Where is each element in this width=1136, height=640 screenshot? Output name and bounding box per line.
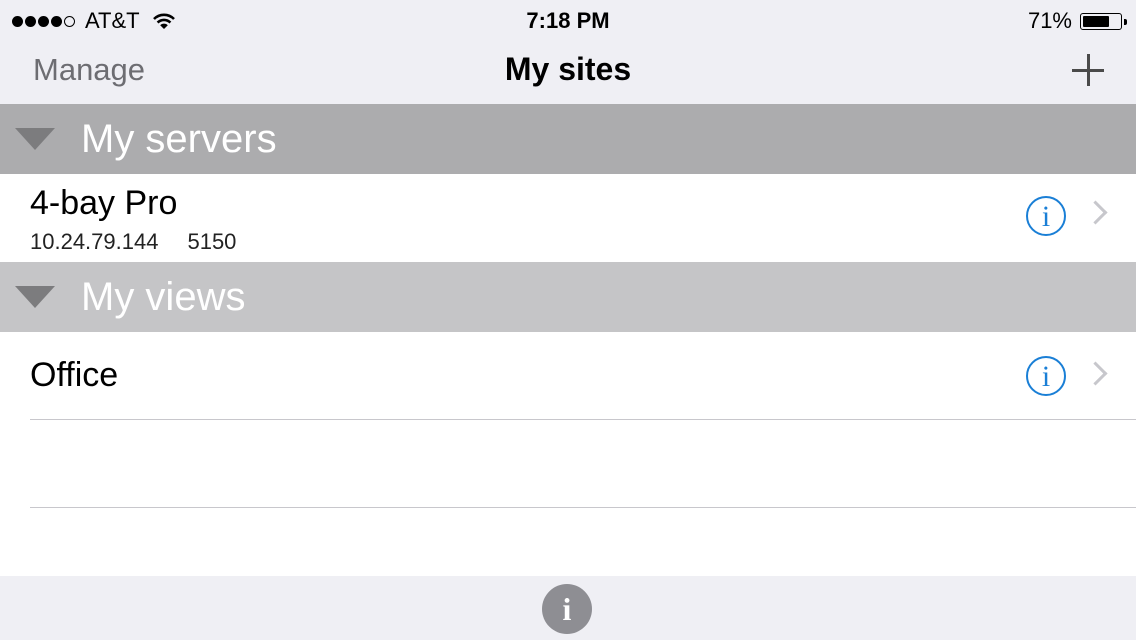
row-separator	[30, 419, 1136, 420]
signal-dot	[25, 15, 36, 27]
collapse-triangle-icon[interactable]	[15, 128, 55, 150]
signal-dot	[64, 15, 75, 27]
signal-strength-icon	[12, 15, 77, 27]
signal-dot	[38, 15, 49, 27]
row-separator	[30, 507, 1136, 508]
battery-fill	[1083, 15, 1109, 27]
section-header-my-views[interactable]: My views	[0, 262, 1136, 332]
view-name: Office	[30, 356, 119, 394]
status-right: 71%	[1027, 8, 1127, 34]
signal-dot	[12, 15, 23, 27]
navigation-bar: Manage My sites	[0, 40, 1136, 104]
server-name: 4-bay Pro	[30, 184, 178, 222]
info-icon[interactable]: i	[1026, 356, 1066, 396]
battery-percent: 71%	[1027, 8, 1072, 33]
status-left: AT&T	[12, 8, 176, 34]
wifi-icon	[152, 13, 175, 29]
bottom-toolbar: i	[0, 576, 1136, 640]
status-bar: AT&T 7:18 PM 71%	[0, 0, 1136, 40]
about-info-icon[interactable]: i	[542, 584, 592, 634]
collapse-triangle-icon[interactable]	[15, 286, 55, 308]
signal-dot	[51, 15, 62, 27]
section-title: My views	[81, 274, 246, 319]
view-row[interactable]: Office i	[0, 332, 1136, 420]
battery-tip	[1124, 18, 1127, 25]
info-icon[interactable]: i	[1026, 196, 1066, 236]
server-address: 10.24.79.144	[30, 229, 159, 254]
battery-icon	[1080, 12, 1127, 30]
chevron-right-icon	[1083, 361, 1108, 386]
server-row[interactable]: 4-bay Pro 10.24.79.144 5150 i	[0, 174, 1136, 262]
server-port: 5150	[187, 229, 237, 254]
section-title: My servers	[81, 116, 277, 161]
section-header-my-servers[interactable]: My servers	[0, 104, 1136, 174]
manage-button[interactable]: Manage	[33, 52, 145, 88]
page-title: My sites	[504, 51, 632, 87]
chevron-right-icon	[1083, 200, 1108, 225]
server-details: 10.24.79.144 5150	[30, 229, 236, 255]
plus-icon[interactable]	[1070, 52, 1106, 88]
carrier-name: AT&T	[85, 8, 140, 33]
